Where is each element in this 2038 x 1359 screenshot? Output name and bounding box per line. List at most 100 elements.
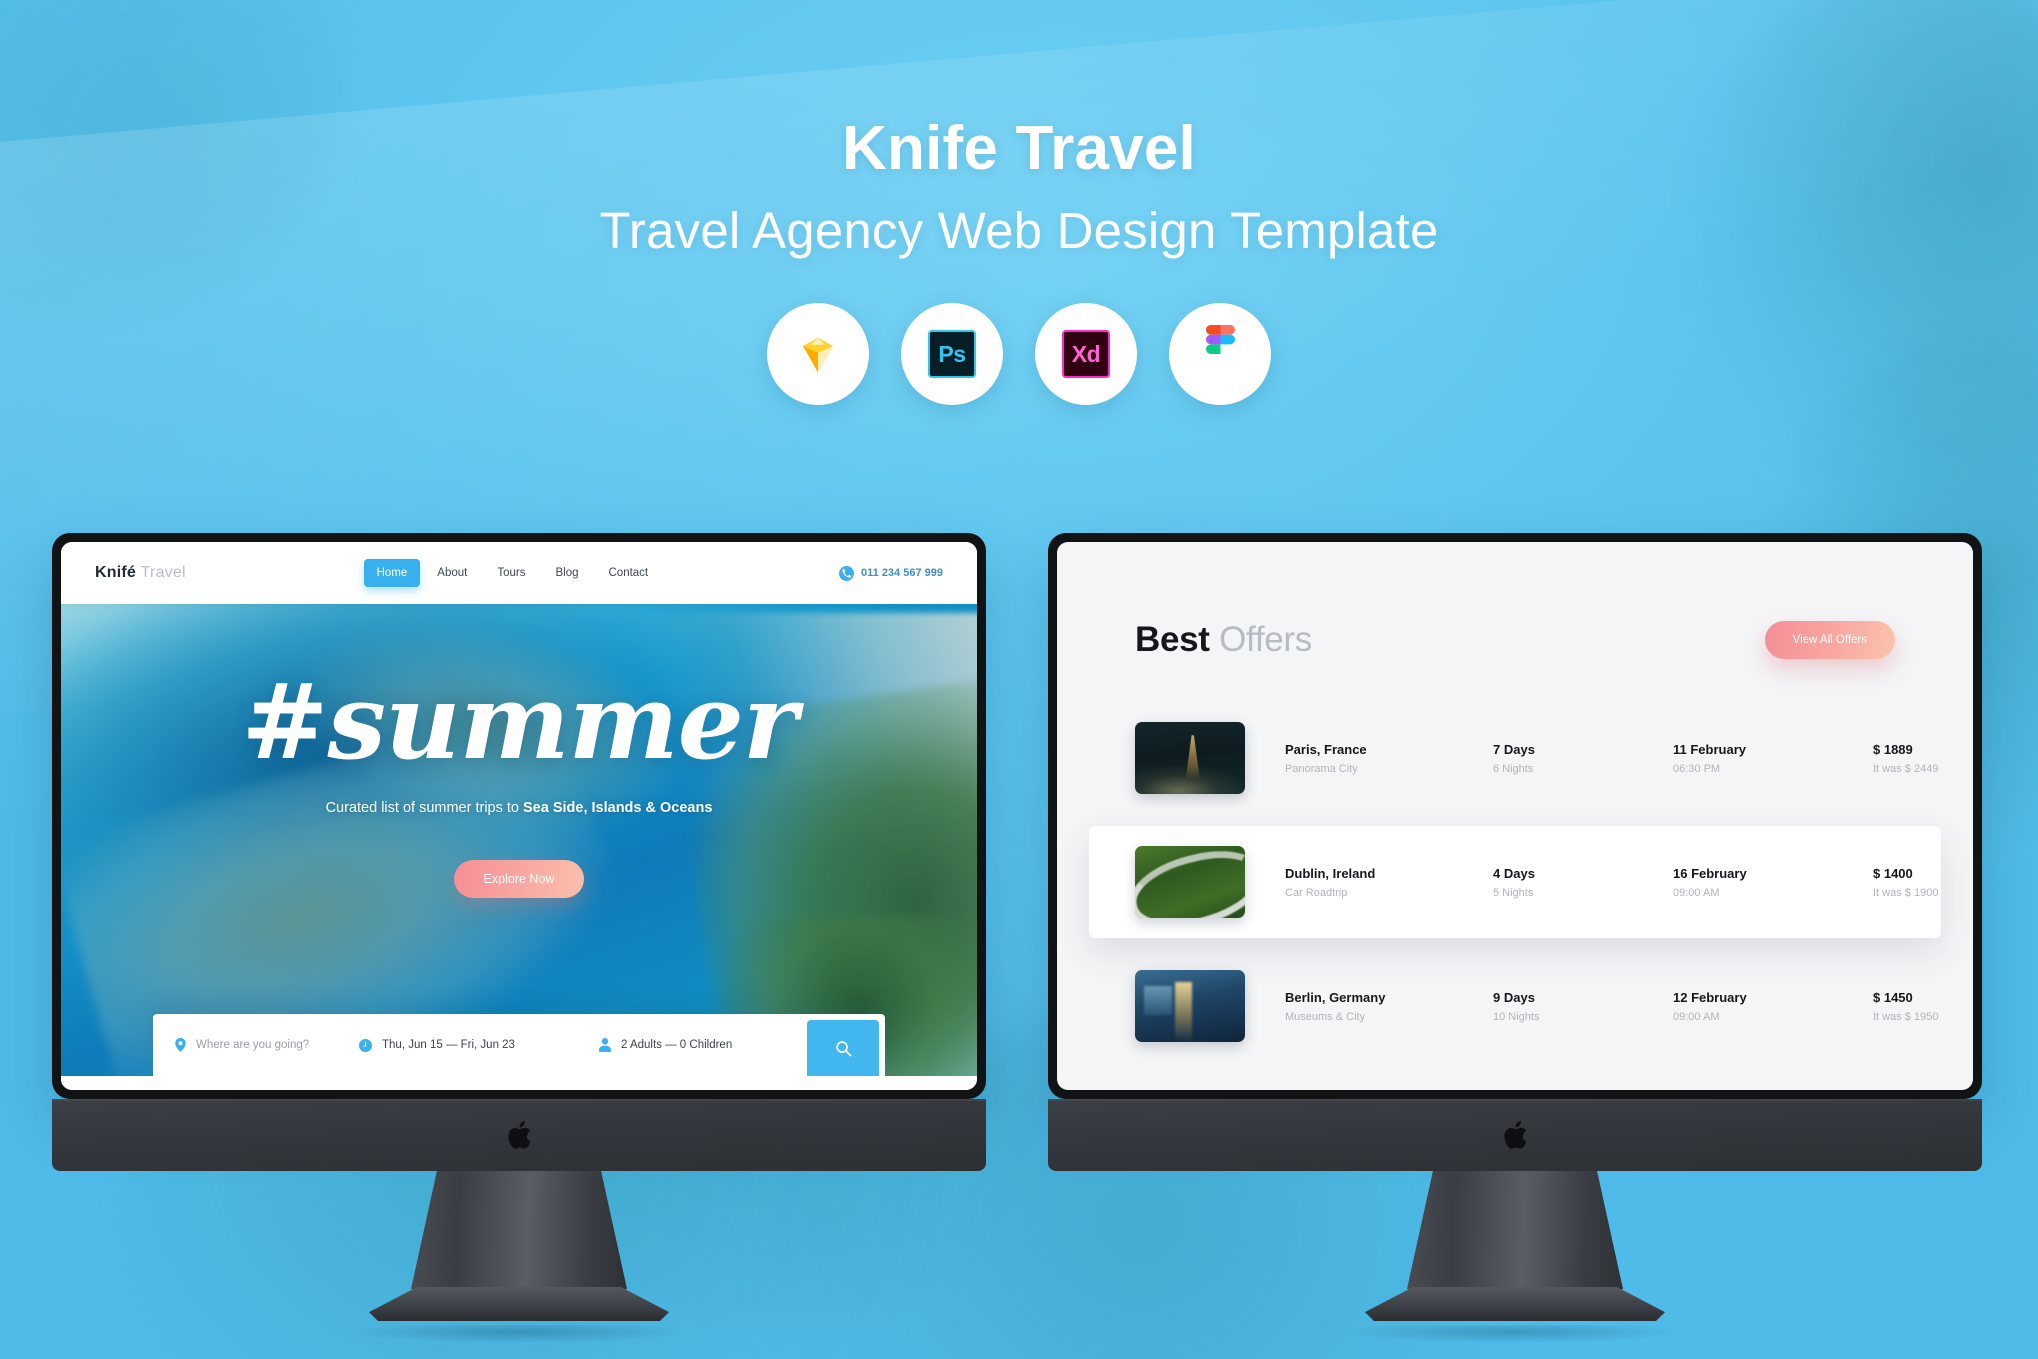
hero-tagline-bold: Sea Side, Islands & Oceans (523, 800, 713, 816)
app-badge-figma[interactable] (1169, 303, 1271, 406)
figma-icon (1206, 325, 1236, 355)
hero-headline: #summer (241, 660, 797, 783)
left-monitor-chin (52, 1099, 986, 1171)
offers-list: Paris, France Panorama City 7 Days 6 Nig… (1089, 704, 1941, 1060)
offer-date-cell: 16 February 09:00 AM (1673, 866, 1873, 899)
adobe-xd-label: Xd (1071, 340, 1101, 367)
page-title: Knife Travel (842, 114, 1196, 183)
nav-menu: Home About Tours Blog Contact (363, 559, 662, 587)
person-icon (599, 1038, 611, 1052)
offer-city: Paris, France (1285, 741, 1367, 757)
offer-old-price: It was $ 2449 (1873, 762, 1939, 775)
offer-price: $ 1889 (1873, 741, 1913, 757)
right-monitor-bezel: Best Offers View All Offers Paris, Franc… (1048, 533, 1982, 1099)
offer-price-cell: $ 1450 It was $ 1950 (1873, 990, 1973, 1023)
offers-title-bold: Best (1135, 620, 1210, 659)
offer-time: 09:00 AM (1673, 886, 1720, 899)
offer-date: 12 February (1673, 989, 1747, 1005)
offer-date: 11 February (1673, 741, 1746, 757)
apple-logo-icon (1504, 1120, 1527, 1149)
photoshop-icon: Ps (928, 330, 976, 379)
nav-phone-number[interactable]: 011 234 567 999 (839, 565, 943, 581)
left-monitor-bezel: Knifé Travel Home About Tours Blog Conta… (52, 533, 986, 1099)
offer-row-berlin[interactable]: Berlin, Germany Museums & City 9 Days 10… (1113, 952, 1938, 1060)
search-submit-button[interactable] (807, 1020, 879, 1076)
offer-nights: 5 Nights (1493, 886, 1534, 899)
site-logo[interactable]: Knifé Travel (95, 564, 186, 582)
offers-title: Best Offers (1135, 620, 1312, 660)
offer-date-cell: 11 February 06:30 PM (1673, 742, 1873, 775)
offer-category: Museums & City (1285, 1010, 1366, 1023)
offer-duration-cell: 9 Days 10 Nights (1493, 990, 1673, 1023)
left-monitor: Knifé Travel Home About Tours Blog Conta… (52, 533, 986, 1343)
berlin-city-thumbnail (1135, 970, 1245, 1042)
app-format-icons: Ps Xd (0, 303, 2038, 406)
search-destination-placeholder: Where are you going? (196, 1039, 310, 1051)
logo-bold-text: Knifé (95, 564, 136, 581)
phone-number-text: 011 234 567 999 (861, 567, 943, 579)
view-all-offers-button[interactable]: View All Offers (1764, 621, 1895, 659)
offer-city-cell: Paris, France Panorama City (1285, 742, 1493, 775)
explore-now-button[interactable]: Explore Now (454, 860, 584, 898)
app-badge-sketch[interactable] (767, 303, 869, 406)
offer-city: Berlin, Germany (1285, 989, 1386, 1005)
offer-price-cell: $ 1889 It was $ 2449 (1873, 742, 1973, 775)
offer-city-cell: Berlin, Germany Museums & City (1285, 990, 1493, 1023)
left-monitor-foot (369, 1287, 669, 1321)
search-destination-field[interactable]: Where are you going? (153, 1014, 337, 1076)
offer-row-dublin[interactable]: Dublin, Ireland Car Roadtrip 4 Days 5 Ni… (1089, 826, 1941, 938)
site-navbar: Knifé Travel Home About Tours Blog Conta… (61, 542, 977, 604)
offer-price: $ 1450 (1873, 989, 1913, 1005)
nav-item-about[interactable]: About (424, 559, 480, 587)
right-monitor-chin (1048, 1099, 1982, 1171)
offer-old-price: It was $ 1900 (1873, 886, 1939, 899)
photoshop-label: Ps (938, 340, 966, 367)
promo-header: Knife Travel Travel Agency Web Design Te… (0, 114, 2038, 406)
app-badge-adobe-xd[interactable]: Xd (1035, 303, 1137, 406)
page-subtitle: Travel Agency Web Design Template (599, 202, 1439, 260)
right-monitor: Best Offers View All Offers Paris, Franc… (1048, 533, 1982, 1343)
app-badge-photoshop[interactable]: Ps (901, 303, 1003, 406)
offer-duration-cell: 4 Days 5 Nights (1493, 866, 1673, 899)
nav-item-contact[interactable]: Contact (596, 559, 662, 587)
offer-days: 9 Days (1493, 989, 1535, 1005)
clock-icon (359, 1038, 372, 1052)
search-guests-value: 2 Adults — 0 Children (621, 1039, 733, 1051)
offers-title-dim: Offers (1219, 620, 1312, 659)
right-monitor-neck (1407, 1171, 1623, 1289)
offer-days: 7 Days (1493, 741, 1535, 757)
dublin-roadtrip-thumbnail (1135, 846, 1245, 918)
offer-duration-cell: 7 Days 6 Nights (1493, 742, 1673, 775)
offer-time: 09:00 AM (1673, 1010, 1720, 1023)
offer-date-cell: 12 February 09:00 AM (1673, 990, 1873, 1023)
sketch-icon (803, 338, 833, 373)
offers-header: Best Offers View All Offers (1135, 620, 1895, 660)
nav-item-blog[interactable]: Blog (542, 559, 591, 587)
right-monitor-screen: Best Offers View All Offers Paris, Franc… (1057, 542, 1973, 1090)
logo-light-text: Travel (140, 564, 186, 581)
hero-tagline-plain: Curated list of summer trips to (325, 800, 523, 816)
offer-category: Panorama City (1285, 762, 1358, 775)
offer-city: Dublin, Ireland (1285, 865, 1376, 881)
offer-old-price: It was $ 1950 (1873, 1010, 1939, 1023)
offer-nights: 10 Nights (1493, 1010, 1540, 1023)
offer-date: 16 February (1673, 865, 1747, 881)
nav-item-home[interactable]: Home (363, 559, 421, 587)
left-monitor-neck (411, 1171, 627, 1289)
apple-logo-icon (508, 1120, 531, 1149)
phone-badge-icon (839, 565, 855, 581)
offer-price-cell: $ 1400 It was $ 1900 (1873, 866, 1973, 899)
search-guests-field[interactable]: 2 Adults — 0 Children (577, 1014, 807, 1076)
offer-row-paris[interactable]: Paris, France Panorama City 7 Days 6 Nig… (1113, 704, 1938, 812)
search-icon (835, 1040, 851, 1056)
search-date-field[interactable]: Thu, Jun 15 — Fri, Jun 23 (337, 1014, 577, 1076)
left-monitor-screen: Knifé Travel Home About Tours Blog Conta… (61, 542, 977, 1090)
nav-item-tours[interactable]: Tours (484, 559, 538, 587)
trip-search-bar: Where are you going? Thu, Jun 15 — Fri, … (153, 1014, 885, 1076)
right-monitor-shadow (1350, 1325, 1680, 1343)
offers-page: Best Offers View All Offers Paris, Franc… (1057, 542, 1973, 1090)
location-pin-icon (175, 1038, 186, 1052)
offer-time: 06:30 PM (1673, 762, 1721, 775)
offer-days: 4 Days (1493, 865, 1535, 881)
adobe-xd-icon: Xd (1062, 330, 1110, 379)
